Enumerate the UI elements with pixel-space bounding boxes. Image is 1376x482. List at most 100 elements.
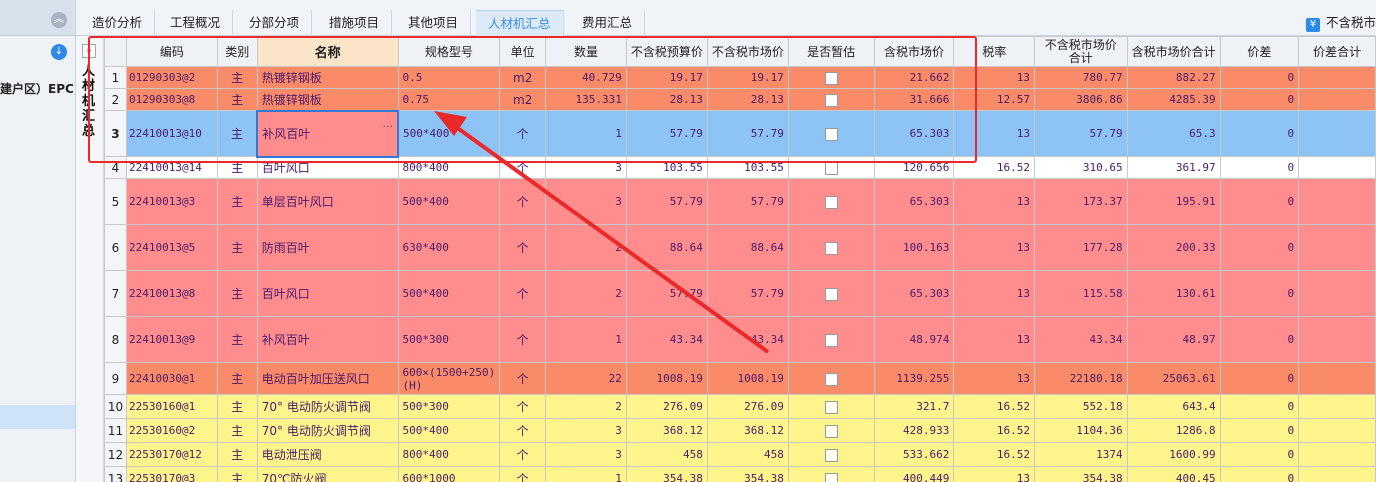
price-diff-cell[interactable]: 0 [1219, 88, 1300, 111]
market-price-inc-tax-cell[interactable]: 65.303 [873, 110, 955, 157]
spec-cell[interactable]: 500*400 [397, 270, 501, 317]
provisional-checkbox-cell[interactable] [787, 88, 875, 111]
tax-rate-cell[interactable]: 13 [953, 270, 1035, 317]
spec-cell[interactable]: 600*1000 [397, 466, 501, 482]
spec-cell[interactable]: 500*400 [397, 418, 501, 443]
unit-cell[interactable]: 个 [499, 178, 547, 225]
market-total-ex-tax-cell[interactable]: 552.18 [1033, 394, 1128, 419]
market-total-ex-tax-cell[interactable]: 310.65 [1033, 156, 1128, 179]
table-row[interactable]: 12 22530170@12 主电动泄压阀 800*400 个 3 458 458 533.66… [104, 442, 1376, 467]
market-total-inc-tax-cell[interactable]: 25063.61 [1126, 362, 1221, 395]
price-diff-cell[interactable]: 0 [1219, 466, 1300, 482]
market-total-inc-tax-cell[interactable]: 643.4 [1126, 394, 1221, 419]
provisional-checkbox[interactable] [824, 287, 838, 301]
code-cell[interactable]: 22410013@8 [125, 270, 218, 317]
unit-cell[interactable]: 个 [499, 270, 547, 317]
code-cell[interactable]: 22410013@14 [125, 156, 218, 179]
row-index-cell[interactable]: 11 [104, 418, 127, 443]
price-diff-total-cell[interactable] [1298, 442, 1376, 467]
price-diff-cell[interactable]: 0 [1219, 270, 1300, 317]
provisional-checkbox-cell[interactable] [787, 466, 875, 482]
code-cell[interactable]: 22410013@5 [125, 224, 218, 271]
type-cell[interactable]: 主 [216, 362, 258, 395]
provisional-checkbox[interactable] [824, 71, 838, 85]
market-total-inc-tax-cell[interactable]: 65.3 [1126, 110, 1221, 157]
market-price-cell[interactable]: 19.17 [706, 66, 789, 89]
type-cell[interactable]: 主 [216, 224, 258, 271]
tax-rate-cell[interactable]: 13 [953, 110, 1035, 157]
name-cell[interactable]: 百叶风口 [256, 156, 399, 179]
spec-cell[interactable]: 0.5 [397, 66, 501, 89]
provisional-checkbox[interactable] [824, 472, 838, 482]
unit-cell[interactable]: 个 [499, 418, 547, 443]
column-header-unit[interactable]: 单位 [499, 36, 547, 67]
code-cell[interactable]: 22530170@12 [125, 442, 218, 467]
more-options-icon[interactable]: ··· [383, 120, 394, 133]
price-diff-cell[interactable]: 0 [1219, 224, 1300, 271]
budget-price-cell[interactable]: 28.13 [625, 88, 708, 111]
quantity-cell[interactable]: 3 [545, 156, 627, 179]
project-tree-selected-item[interactable] [0, 405, 75, 429]
market-total-inc-tax-cell[interactable]: 1286.8 [1126, 418, 1221, 443]
provisional-checkbox[interactable] [824, 93, 838, 107]
provisional-checkbox-cell[interactable] [787, 178, 875, 225]
market-total-ex-tax-cell[interactable]: 57.79 [1033, 110, 1128, 157]
column-header-market-price-inc-tax[interactable]: 含税市场价 [873, 36, 955, 67]
budget-price-cell[interactable]: 1008.19 [625, 362, 708, 395]
column-header-budget-price-ex-tax[interactable]: 不含税预算价 [625, 36, 708, 67]
table-row[interactable]: 11 22530160@2 主 70° 电动防火调节阀 500*400 个 3 368.12 3… [104, 418, 1376, 443]
provisional-checkbox-cell[interactable] [787, 316, 875, 363]
market-price-cell[interactable]: 57.79 [706, 270, 789, 317]
quantity-cell[interactable]: 3 [545, 418, 627, 443]
column-header-tax-rate[interactable]: 税率 [953, 36, 1035, 67]
row-index-cell[interactable]: 8 [104, 316, 127, 363]
tab-project-overview[interactable]: 工程概况 [158, 10, 234, 36]
quantity-cell[interactable]: 2 [545, 394, 627, 419]
market-price-cell[interactable]: 276.09 [706, 394, 789, 419]
price-diff-total-cell[interactable] [1298, 110, 1376, 157]
column-header-code[interactable]: 编码 [125, 36, 218, 67]
budget-price-cell[interactable]: 19.17 [625, 66, 708, 89]
table-row[interactable]: 6 22410013@5 主防雨百叶 630*400 个 2 88.64 88.64 100.1… [104, 224, 1376, 271]
market-price-inc-tax-cell[interactable]: 533.662 [873, 442, 955, 467]
unit-cell[interactable]: 个 [499, 442, 547, 467]
tax-rate-cell[interactable]: 16.52 [953, 418, 1035, 443]
tax-rate-cell[interactable]: 13 [953, 178, 1035, 225]
budget-price-cell[interactable]: 57.79 [625, 270, 708, 317]
provisional-checkbox-cell[interactable] [787, 442, 875, 467]
provisional-checkbox-cell[interactable] [787, 394, 875, 419]
name-cell[interactable]: 电动百叶加压送风口 [256, 362, 399, 395]
row-index-cell[interactable]: 6 [104, 224, 127, 271]
type-cell[interactable]: 主 [216, 418, 258, 443]
market-total-ex-tax-cell[interactable]: 780.77 [1033, 66, 1128, 89]
market-price-cell[interactable]: 354.38 [706, 466, 789, 482]
market-price-inc-tax-cell[interactable]: 65.303 [873, 270, 955, 317]
table-row[interactable]: 3 22410013@10 主补风百叶 ··· 500*400 个 1 57.79 57.79 6… [104, 109, 1376, 158]
column-header-price-diff-total[interactable]: 价差合计 [1298, 36, 1376, 67]
price-diff-cell[interactable]: 0 [1219, 316, 1300, 363]
provisional-checkbox[interactable] [824, 333, 838, 347]
table-row[interactable]: 8 22410013@9 主补风百叶 500*300 个 1 43.34 43.34 48.97… [104, 316, 1376, 363]
row-index-cell[interactable]: 2 [104, 88, 127, 111]
market-price-cell[interactable]: 1008.19 [706, 362, 789, 395]
code-cell[interactable]: 22530160@2 [125, 418, 218, 443]
market-total-inc-tax-cell[interactable]: 882.27 [1126, 66, 1221, 89]
market-price-inc-tax-cell[interactable]: 428.933 [873, 418, 955, 443]
name-cell[interactable]: 热镀锌钢板 [256, 88, 399, 111]
type-cell[interactable]: 主 [216, 442, 258, 467]
price-diff-cell[interactable]: 0 [1219, 418, 1300, 443]
type-cell[interactable]: 主 [216, 66, 258, 89]
column-header-market-total-ex-tax[interactable]: 不含税市场价合计 [1033, 36, 1128, 67]
unit-cell[interactable]: 个 [499, 316, 547, 363]
row-index-cell[interactable]: 9 [104, 362, 127, 395]
table-row[interactable]: 10 22530160@1 主 70° 电动防火调节阀 500*300 个 2 276.09 2… [104, 394, 1376, 419]
market-price-cell[interactable]: 88.64 [706, 224, 789, 271]
tax-rate-cell[interactable]: 16.52 [953, 442, 1035, 467]
row-index-cell[interactable]: 1 [104, 66, 127, 89]
provisional-checkbox[interactable] [824, 448, 838, 462]
price-diff-cell[interactable]: 0 [1219, 442, 1300, 467]
column-header-name[interactable]: 名称 [256, 36, 399, 67]
type-cell[interactable]: 主 [216, 178, 258, 225]
collapse-up-icon[interactable]: ︽ [51, 12, 67, 28]
market-total-ex-tax-cell[interactable]: 3806.86 [1033, 88, 1128, 111]
